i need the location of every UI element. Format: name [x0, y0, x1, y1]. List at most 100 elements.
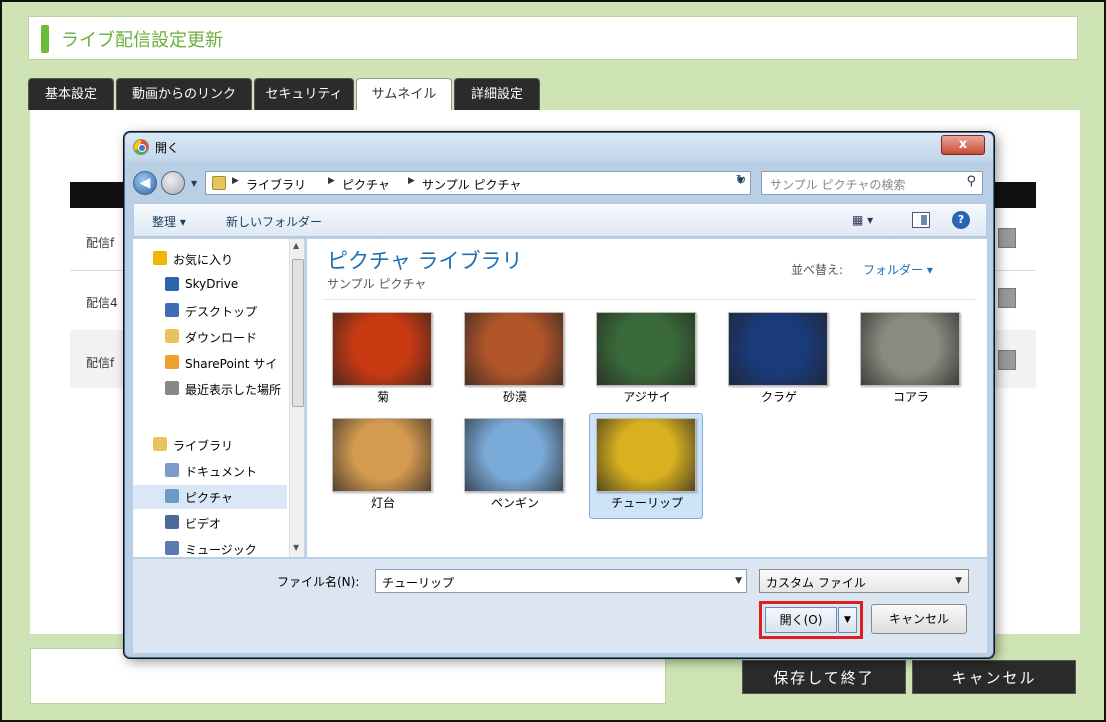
folder-icon [212, 176, 226, 190]
nav-documents[interactable]: ドキュメント [133, 459, 287, 483]
row-label: 配信4 [86, 296, 118, 310]
file-penguins[interactable]: ペンギン [457, 413, 571, 519]
documents-icon [165, 463, 179, 477]
file-koala[interactable]: コアラ [853, 307, 967, 413]
search-icon[interactable]: ⚲ [966, 174, 976, 189]
file-type-select[interactable]: カスタム ファイル ▼ [759, 569, 969, 593]
nav-videos[interactable]: ビデオ [133, 511, 287, 535]
image-thumbnail [860, 312, 960, 386]
nav-item-label: ダウンロード [185, 331, 258, 345]
nav-scroll-thumb[interactable] [292, 259, 304, 407]
file-type-dropdown-icon[interactable]: ▼ [955, 576, 962, 586]
save-and-exit-button[interactable]: 保存して終了 [742, 660, 906, 694]
row-label: 配信f [86, 356, 115, 370]
scroll-down-icon[interactable]: ▼ [293, 543, 299, 552]
breadcrumb-libraries[interactable]: ライブラリ [246, 176, 306, 193]
nav-item-label: ビデオ [185, 517, 222, 531]
tab-security[interactable]: セキュリティ [254, 78, 354, 110]
nav-libraries[interactable]: ライブラリ [133, 433, 287, 457]
file-list-pane: ピクチャ ライブラリ サンプル ピクチャ 並べ替え: フォルダー ▾ 菊 砂漠 アジ… [307, 239, 987, 557]
view-options-button[interactable]: ▦ ▾ [852, 213, 873, 227]
open-button-highlight: 開く(O) ▼ [759, 601, 863, 639]
row-label: 配信f [86, 236, 115, 250]
image-thumbnail [464, 418, 564, 492]
cloud-icon [165, 277, 179, 291]
sort-dropdown[interactable]: フォルダー ▾ [863, 261, 933, 278]
nav-downloads[interactable]: ダウンロード [133, 325, 287, 349]
nav-skydrive[interactable]: SkyDrive [133, 273, 287, 297]
address-bar[interactable]: ▶ ライブラリ ▶ ピクチャ ▶ サンプル ピクチャ ▼ [205, 171, 751, 195]
page-title-box: ライブ配信設定更新 [28, 16, 1078, 60]
file-name: アジサイ [623, 390, 671, 404]
image-thumbnail [332, 418, 432, 492]
file-desert[interactable]: 砂漠 [457, 307, 571, 413]
image-thumbnail [728, 312, 828, 386]
nav-item-label: 最近表示した場所 [185, 383, 282, 397]
chrome-icon [133, 139, 149, 155]
tab-advanced[interactable]: 詳細設定 [454, 78, 540, 110]
organize-button[interactable]: 整理 ▾ [152, 213, 186, 230]
dialog-toolbar: 整理 ▾ 新しいフォルダー ▦ ▾ ? [133, 203, 987, 237]
dialog-footer: ファイル名(N): チューリップ ▼ カスタム ファイル ▼ 開く(O) ▼ キ… [133, 559, 987, 653]
nav-pictures[interactable]: ピクチャ [133, 485, 287, 509]
image-thumbnail [332, 312, 432, 386]
page-cancel-button[interactable]: キャンセル [912, 660, 1076, 694]
refresh-icon[interactable]: ↻ [731, 173, 751, 193]
navigation-pane: お気に入り SkyDrive デスクトップ ダウンロード SharePoint サイ最近… [133, 239, 305, 557]
breadcrumb-separator-icon[interactable]: ▶ [408, 176, 415, 186]
breadcrumb-separator-icon[interactable]: ▶ [328, 176, 335, 186]
new-folder-button[interactable]: 新しいフォルダー [226, 213, 322, 230]
filename-input[interactable]: チューリップ ▼ [375, 569, 747, 593]
scroll-up-icon[interactable]: ▲ [293, 241, 299, 250]
back-arrow-icon[interactable]: ◀ [133, 171, 157, 195]
row-button[interactable] [998, 350, 1016, 370]
tab-thumbnail[interactable]: サムネイル [356, 78, 452, 110]
open-button[interactable]: 開く(O) [765, 607, 837, 633]
view-dropdown-label: ▾ [867, 213, 874, 227]
nav-favorites[interactable]: お気に入り [133, 247, 287, 271]
search-input[interactable]: サンプル ピクチャの検索 ⚲ [761, 171, 983, 195]
library-divider [323, 299, 975, 300]
page-title: ライブ配信設定更新 [61, 30, 223, 51]
nav-desktop[interactable]: デスクトップ [133, 299, 287, 323]
row-button[interactable] [998, 228, 1016, 248]
open-dropdown-icon[interactable]: ▼ [838, 607, 857, 633]
breadcrumb-pictures[interactable]: ピクチャ [342, 176, 390, 193]
file-jellyfish[interactable]: クラゲ [721, 307, 835, 413]
file-type-value: カスタム ファイル [766, 576, 866, 590]
breadcrumb-separator-icon[interactable]: ▶ [232, 176, 239, 186]
file-name: 菊 [376, 390, 389, 404]
music-icon [165, 541, 179, 555]
nav-scrollbar[interactable]: ▲ ▼ [289, 239, 304, 557]
file-name: チューリップ [610, 496, 683, 510]
nav-item-label: SkyDrive [185, 277, 239, 291]
desktop-icon [165, 303, 179, 317]
download-folder-icon [165, 329, 179, 343]
filename-label: ファイル名(N): [277, 575, 360, 589]
forward-arrow-icon[interactable] [161, 171, 185, 195]
history-dropdown-icon[interactable]: ▼ [191, 179, 197, 188]
tab-basic-settings[interactable]: 基本設定 [28, 78, 114, 110]
filename-dropdown-icon[interactable]: ▼ [735, 576, 742, 586]
preview-pane-icon[interactable] [912, 212, 930, 228]
help-icon[interactable]: ? [952, 211, 970, 229]
file-name: ペンギン [490, 496, 539, 510]
file-tulips[interactable]: チューリップ [589, 413, 703, 519]
file-chrysanthemum[interactable]: 菊 [325, 307, 439, 413]
nav-music[interactable]: ミュージック [133, 537, 287, 557]
image-thumbnail [596, 312, 696, 386]
breadcrumb-sample-pictures[interactable]: サンプル ピクチャ [422, 176, 521, 193]
close-button[interactable]: x [941, 135, 985, 155]
nav-sharepoint[interactable]: SharePoint サイ [133, 351, 287, 375]
row-button[interactable] [998, 288, 1016, 308]
nav-recent-places[interactable]: 最近表示した場所 [133, 377, 287, 401]
dialog-cancel-button[interactable]: キャンセル [871, 604, 967, 634]
open-file-dialog: 開く x ◀ ▼ ▶ ライブラリ ▶ ピクチャ ▶ サンプル ピクチャ ▼ ↻ … [124, 132, 994, 658]
tab-video-link[interactable]: 動画からのリンク [116, 78, 252, 110]
sharepoint-icon [165, 355, 179, 369]
recent-places-icon [165, 381, 179, 395]
file-hydrangeas[interactable]: アジサイ [589, 307, 703, 413]
file-lighthouse[interactable]: 灯台 [325, 413, 439, 519]
address-row: ◀ ▼ ▶ ライブラリ ▶ ピクチャ ▶ サンプル ピクチャ ▼ ↻ サンプル … [133, 169, 987, 195]
nav-item-label: デスクトップ [185, 305, 258, 319]
